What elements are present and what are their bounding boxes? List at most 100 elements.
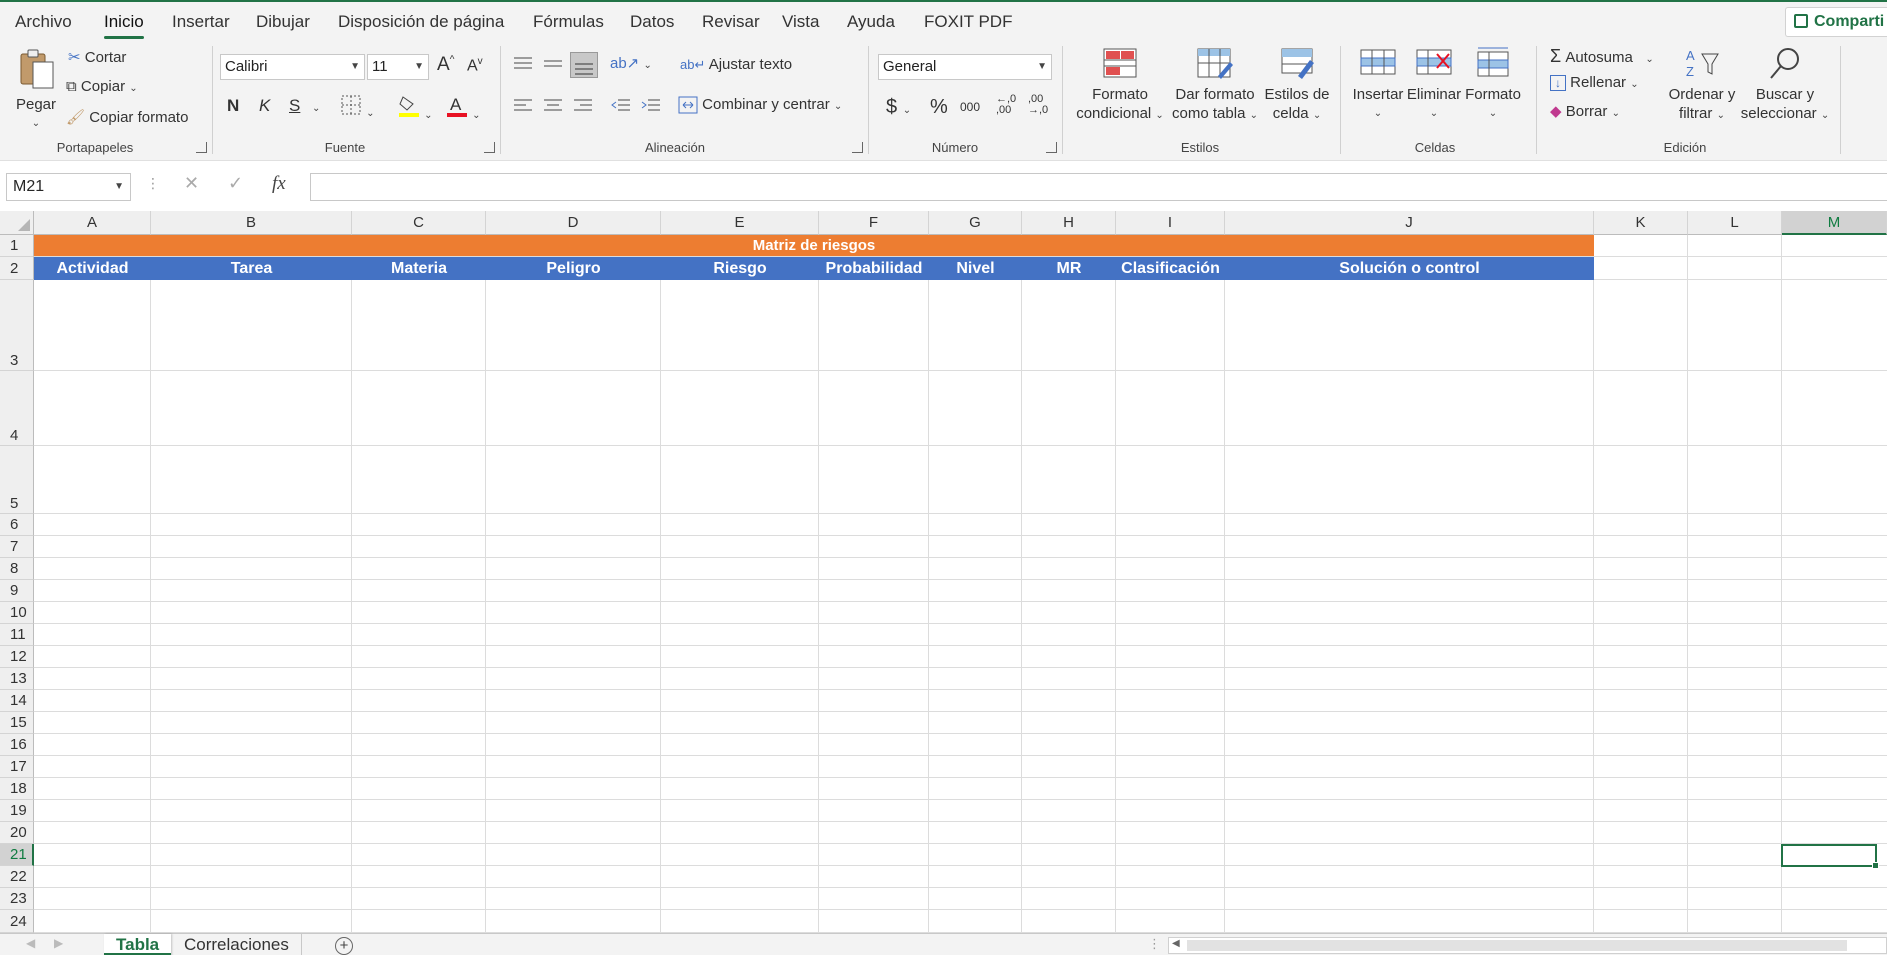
tab-inicio[interactable]: Inicio: [104, 10, 144, 39]
find-select-button[interactable]: Buscar y seleccionar ⌄: [1740, 46, 1830, 125]
sort-filter-button[interactable]: AZ Ordenar y filtrar ⌄: [1664, 46, 1740, 125]
column-header-m[interactable]: M: [1782, 211, 1887, 235]
decrease-decimal-button[interactable]: ,00 →,0: [1028, 94, 1048, 116]
header-cell-peligro[interactable]: Peligro: [486, 257, 661, 280]
format-as-table-button[interactable]: Dar formato como tabla ⌄: [1170, 46, 1260, 125]
header-cell-probabilidad[interactable]: Probabilidad: [819, 257, 929, 280]
decrease-indent-button[interactable]: [610, 96, 632, 120]
italic-button[interactable]: K: [259, 96, 270, 116]
percent-button[interactable]: %: [930, 96, 948, 119]
horizontal-scrollbar[interactable]: ◀: [1168, 937, 1887, 954]
add-sheet-icon[interactable]: +: [335, 937, 353, 955]
font-name-select[interactable]: Calibri ▼: [220, 54, 365, 80]
copy-button[interactable]: ⧉ Copiar ⌄: [66, 78, 138, 95]
cell-styles-button[interactable]: Estilos de celda ⌄: [1262, 46, 1332, 125]
wrap-text-button[interactable]: ab↵ Ajustar texto: [680, 56, 792, 73]
column-header-b[interactable]: B: [151, 211, 352, 235]
align-left-button[interactable]: [512, 96, 534, 120]
column-header-a[interactable]: A: [34, 211, 151, 235]
row-header-21[interactable]: 21: [0, 844, 34, 866]
bold-button[interactable]: N: [227, 96, 239, 116]
align-center-button[interactable]: [542, 96, 564, 120]
insert-cells-button[interactable]: Insertar ⌄: [1348, 46, 1408, 123]
header-cell-materia[interactable]: Materia: [352, 257, 486, 280]
font-color-button[interactable]: A ⌄: [446, 94, 481, 122]
column-header-k[interactable]: K: [1594, 211, 1688, 235]
formula-input[interactable]: [310, 173, 1887, 201]
row-header-3[interactable]: 3: [0, 280, 34, 371]
row-header-19[interactable]: 19: [0, 800, 34, 822]
conditional-format-button[interactable]: Formato condicional ⌄: [1072, 46, 1168, 125]
sheet-title-cell[interactable]: Matriz de riesgos: [34, 235, 1594, 256]
row-header-24[interactable]: 24: [0, 910, 34, 933]
thousands-button[interactable]: 000: [960, 100, 980, 114]
row-header-11[interactable]: 11: [0, 624, 34, 646]
merge-center-button[interactable]: Combinar y centrar ⌄: [678, 96, 842, 114]
align-bottom-button[interactable]: [570, 52, 598, 78]
clear-button[interactable]: ◆ Borrar ⌄: [1550, 102, 1620, 120]
cut-button[interactable]: ✂ Cortar: [68, 48, 126, 66]
borders-button[interactable]: ⌄: [340, 94, 375, 120]
number-format-select[interactable]: General ▼: [878, 54, 1052, 80]
row-header-14[interactable]: 14: [0, 690, 34, 712]
scroll-left-icon[interactable]: ◀: [26, 936, 35, 950]
sheet-tab-correlaciones[interactable]: Correlaciones: [172, 934, 302, 955]
header-cell-nivel[interactable]: Nivel: [929, 257, 1022, 280]
shrink-font-button[interactable]: Av: [467, 56, 483, 75]
fill-color-button[interactable]: ⌄: [398, 94, 433, 122]
active-cell-selection[interactable]: [1781, 844, 1879, 869]
row-header-18[interactable]: 18: [0, 778, 34, 800]
column-header-h[interactable]: H: [1022, 211, 1116, 235]
autosum-button[interactable]: Σ Autosuma ⌄: [1550, 46, 1654, 67]
column-header-g[interactable]: G: [929, 211, 1022, 235]
scroll-right-icon[interactable]: ▶: [54, 936, 63, 950]
row-header-23[interactable]: 23: [0, 888, 34, 910]
tab-foxit-pdf[interactable]: FOXIT PDF: [924, 10, 1012, 38]
column-header-i[interactable]: I: [1116, 211, 1225, 235]
delete-cells-button[interactable]: Eliminar ⌄: [1404, 46, 1464, 123]
cancel-icon[interactable]: ✕: [184, 173, 199, 194]
row-header-10[interactable]: 10: [0, 602, 34, 624]
row-header-12[interactable]: 12: [0, 646, 34, 668]
row-header-8[interactable]: 8: [0, 558, 34, 580]
scroll-left-arrow-icon[interactable]: ◀: [1172, 938, 1180, 949]
share-button[interactable]: Comparti: [1785, 7, 1887, 37]
insert-function-icon[interactable]: fx: [272, 173, 286, 195]
tab-revisar[interactable]: Revisar: [702, 10, 760, 38]
paste-button[interactable]: Pegar ⌄: [12, 46, 60, 133]
split-handle-icon[interactable]: ⋮: [1148, 936, 1161, 952]
tab-disposicion-pagina[interactable]: Disposición de página: [338, 10, 504, 38]
row-header-13[interactable]: 13: [0, 668, 34, 690]
row-header-17[interactable]: 17: [0, 756, 34, 778]
row-header-2[interactable]: 2: [0, 257, 34, 280]
tab-ayuda[interactable]: Ayuda: [847, 10, 895, 38]
dialog-launcher-icon[interactable]: [484, 142, 495, 153]
tab-insertar[interactable]: Insertar: [172, 10, 230, 38]
row-header-4[interactable]: 4: [0, 371, 34, 446]
currency-button[interactable]: $ ⌄: [886, 96, 911, 119]
formula-bar-grip-icon[interactable]: ⋮: [146, 175, 160, 192]
format-painter-button[interactable]: 🖌 Copiar formato: [66, 108, 188, 126]
column-header-j[interactable]: J: [1225, 211, 1594, 235]
format-cells-button[interactable]: Formato ⌄: [1462, 46, 1524, 123]
grow-font-button[interactable]: A^: [437, 54, 454, 76]
enter-icon[interactable]: ✓: [228, 173, 243, 194]
font-size-select[interactable]: 11 ▼: [367, 54, 429, 80]
increase-decimal-button[interactable]: ←,0,00: [996, 94, 1016, 116]
align-top-button[interactable]: [512, 54, 534, 78]
select-all-button[interactable]: [0, 211, 34, 235]
row-header-22[interactable]: 22: [0, 866, 34, 888]
column-header-d[interactable]: D: [486, 211, 661, 235]
header-cell-actividad[interactable]: Actividad: [34, 257, 151, 280]
row-header-16[interactable]: 16: [0, 734, 34, 756]
column-header-f[interactable]: F: [819, 211, 929, 235]
header-cell-solucion-control[interactable]: Solución o control: [1225, 257, 1594, 280]
header-cell-tarea[interactable]: Tarea: [151, 257, 352, 280]
fill-button[interactable]: ↓ Rellenar ⌄: [1550, 74, 1639, 91]
header-cell-riesgo[interactable]: Riesgo: [661, 257, 819, 280]
row-header-5[interactable]: 5: [0, 446, 34, 514]
name-box[interactable]: M21 ▼: [6, 173, 131, 201]
header-cell-clasificacion[interactable]: Clasificación: [1116, 257, 1225, 280]
underline-dropdown[interactable]: ⌄: [312, 98, 320, 115]
tab-dibujar[interactable]: Dibujar: [256, 10, 310, 38]
